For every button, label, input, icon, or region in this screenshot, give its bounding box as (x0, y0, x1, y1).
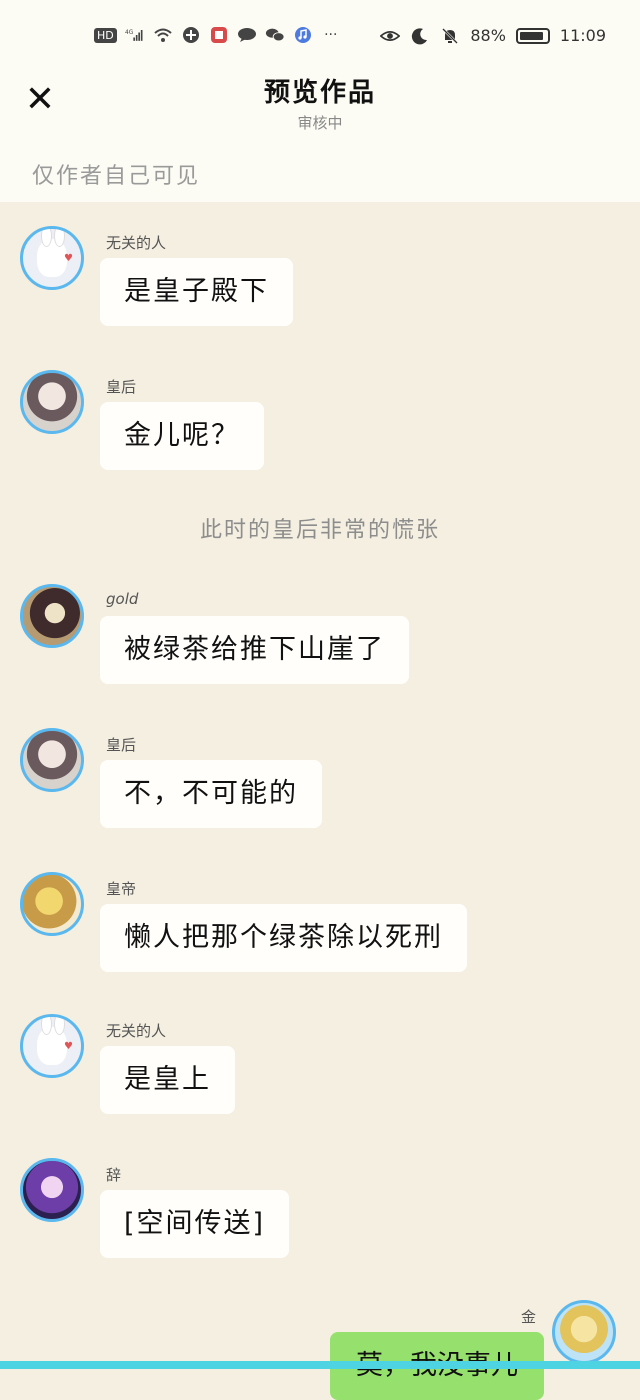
message-bubble[interactable]: 懒人把那个绿茶除以死刑 (100, 904, 467, 972)
browser-icon (181, 26, 201, 44)
sender-name: 皇帝 (106, 880, 137, 898)
svg-text:4G: 4G (125, 30, 134, 36)
status-icons-left: HD 4G ··· (94, 26, 341, 44)
sender-name: 无关的人 (106, 1022, 167, 1040)
heart-icon: ♥ (64, 253, 73, 264)
message-bubble[interactable]: 不，不可能的 (100, 760, 322, 828)
signal-icon: 4G (125, 26, 145, 44)
wechat-icon (265, 26, 285, 44)
message-bubble[interactable]: 是皇上 (100, 1046, 235, 1114)
narration-text: 此时的皇后非常的慌张 (199, 518, 440, 543)
review-status: 审核中 (297, 114, 343, 132)
avatar[interactable] (20, 1158, 84, 1222)
clock: 11:09 (559, 26, 606, 45)
sender-name: 无关的人 (106, 234, 167, 252)
message-bubble[interactable]: 金儿呢？ (100, 402, 264, 470)
wifi-icon (153, 26, 173, 44)
message-bubble[interactable]: [空间传送] (100, 1190, 290, 1258)
status-icons-right: 88% 11:09 (380, 26, 606, 45)
status-bar: HD 4G ··· 88% 11:09 (0, 0, 640, 70)
avatar[interactable]: ♥ (20, 226, 84, 290)
avatar[interactable] (20, 584, 84, 648)
heart-icon: ♥ (64, 1041, 73, 1052)
hd-icon: HD (94, 27, 117, 43)
chat-area[interactable]: ♥ 无关的人 是皇子殿下 皇后 金儿呢？ 此时的皇后非常的慌张 gold 被绿茶… (0, 202, 640, 1400)
moon-icon (410, 27, 430, 45)
bottom-bar (0, 1361, 640, 1369)
avatar[interactable] (552, 1300, 616, 1364)
battery-percent: 88% (470, 26, 506, 45)
mute-bell-icon (440, 27, 460, 45)
rabbit-icon (37, 229, 67, 277)
battery-icon (515, 27, 550, 44)
rabbit-icon (37, 1017, 67, 1065)
page-header: ✕ 预览作品 审核中 仅作者自己可见 (0, 70, 640, 202)
message-bubble[interactable]: 是皇子殿下 (100, 258, 293, 326)
sender-name: 金 (520, 1308, 536, 1326)
sender-name: gold (106, 590, 139, 608)
red-app-icon (209, 26, 229, 44)
avatar[interactable] (20, 370, 84, 434)
sender-name: 皇后 (106, 736, 137, 754)
battery-level (519, 31, 543, 40)
avatar[interactable]: ♥ (20, 1014, 84, 1078)
message-bubble[interactable]: 被绿茶给推下山崖了 (100, 616, 409, 684)
page-title: 预览作品 (263, 78, 376, 108)
avatar[interactable] (20, 872, 84, 936)
eye-icon (380, 27, 401, 45)
music-icon (293, 26, 313, 44)
chat-bubble-icon (237, 26, 257, 44)
sender-name: 皇后 (106, 378, 137, 396)
more-icon: ··· (324, 27, 338, 43)
avatar[interactable] (20, 728, 84, 792)
visibility-note: 仅作者自己可见 (32, 164, 201, 189)
sender-name: 辞 (106, 1166, 122, 1184)
